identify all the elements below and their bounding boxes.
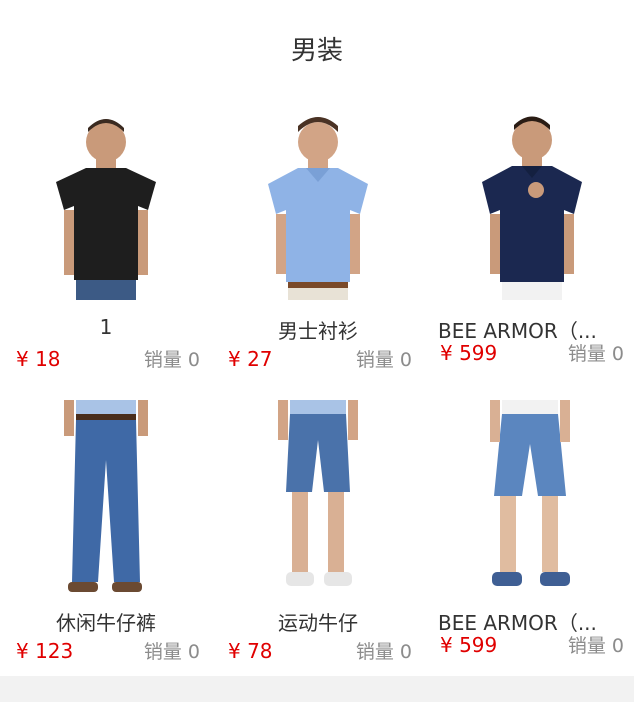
product-sales: 销量 0 xyxy=(567,635,624,657)
product-name[interactable]: 运动牛仔 xyxy=(212,607,424,636)
product-card[interactable]: BEE ARMOR（... ¥ 599 销量 0 xyxy=(424,105,634,380)
product-price: ¥ 123 xyxy=(16,639,74,663)
product-card[interactable]: 休闲牛仔裤 ¥ 123 销量 0 xyxy=(0,397,212,672)
product-price: ¥ 599 xyxy=(440,341,498,365)
product-card[interactable]: BEE ARMOR（... ¥ 599 销量 0 xyxy=(424,397,634,672)
product-image[interactable] xyxy=(0,397,212,597)
blue-polo-model-icon xyxy=(268,117,368,300)
black-tshirt-model-icon xyxy=(56,119,156,300)
denim-shorts-model-icon xyxy=(278,399,358,586)
product-image[interactable] xyxy=(424,397,634,597)
product-card[interactable]: 男士衬衫 ¥ 27 销量 0 xyxy=(212,105,424,380)
product-name[interactable]: 休闲牛仔裤 xyxy=(0,607,212,636)
navy-polo-model-icon xyxy=(482,116,582,300)
jeans-model-icon xyxy=(64,399,148,592)
product-image[interactable] xyxy=(0,105,212,305)
product-grid: 1 ¥ 18 销量 0 男士衬衫 ¥ 27 销量 0 BEE ARMOR（...… xyxy=(0,0,634,702)
product-image[interactable] xyxy=(212,397,424,597)
product-image[interactable] xyxy=(424,105,634,305)
product-name[interactable]: 男士衬衫 xyxy=(212,315,424,344)
denim-shorts-model-icon xyxy=(490,399,570,586)
product-price: ¥ 27 xyxy=(228,347,273,371)
product-price: ¥ 78 xyxy=(228,639,273,663)
product-name[interactable]: 1 xyxy=(0,315,212,339)
product-image[interactable] xyxy=(212,105,424,305)
product-card[interactable]: 1 ¥ 18 销量 0 xyxy=(0,105,212,380)
product-card[interactable]: 运动牛仔 ¥ 78 销量 0 xyxy=(212,397,424,672)
bottom-bar xyxy=(0,676,634,702)
product-sales: 销量 0 xyxy=(355,641,412,663)
product-sales: 销量 0 xyxy=(355,349,412,371)
product-price: ¥ 599 xyxy=(440,633,498,657)
product-sales: 销量 0 xyxy=(143,349,200,371)
product-sales: 销量 0 xyxy=(143,641,200,663)
product-price: ¥ 18 xyxy=(16,347,61,371)
product-sales: 销量 0 xyxy=(567,343,624,365)
